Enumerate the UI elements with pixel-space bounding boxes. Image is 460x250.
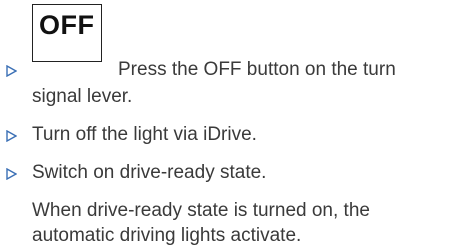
triangle-bullet-icon xyxy=(6,168,17,180)
instruction-page: OFF Press the OFF button on the turn sig… xyxy=(0,0,460,246)
note-text-line-2: automatic driving lights activate. xyxy=(32,225,302,246)
step-1-text-line-2: signal lever. xyxy=(32,86,133,107)
note-text-line-1: When drive-ready state is turned on, the xyxy=(32,200,370,221)
triangle-bullet-icon xyxy=(6,130,17,142)
off-button-label: OFF xyxy=(39,10,95,40)
triangle-bullet-icon xyxy=(6,65,17,77)
off-button-icon: OFF xyxy=(32,4,102,62)
step-3-text: Switch on drive-ready state. xyxy=(32,162,267,183)
step-2-text: Turn off the light via iDrive. xyxy=(32,124,257,145)
step-1-text-line-1: Press the OFF button on the turn xyxy=(118,59,396,80)
